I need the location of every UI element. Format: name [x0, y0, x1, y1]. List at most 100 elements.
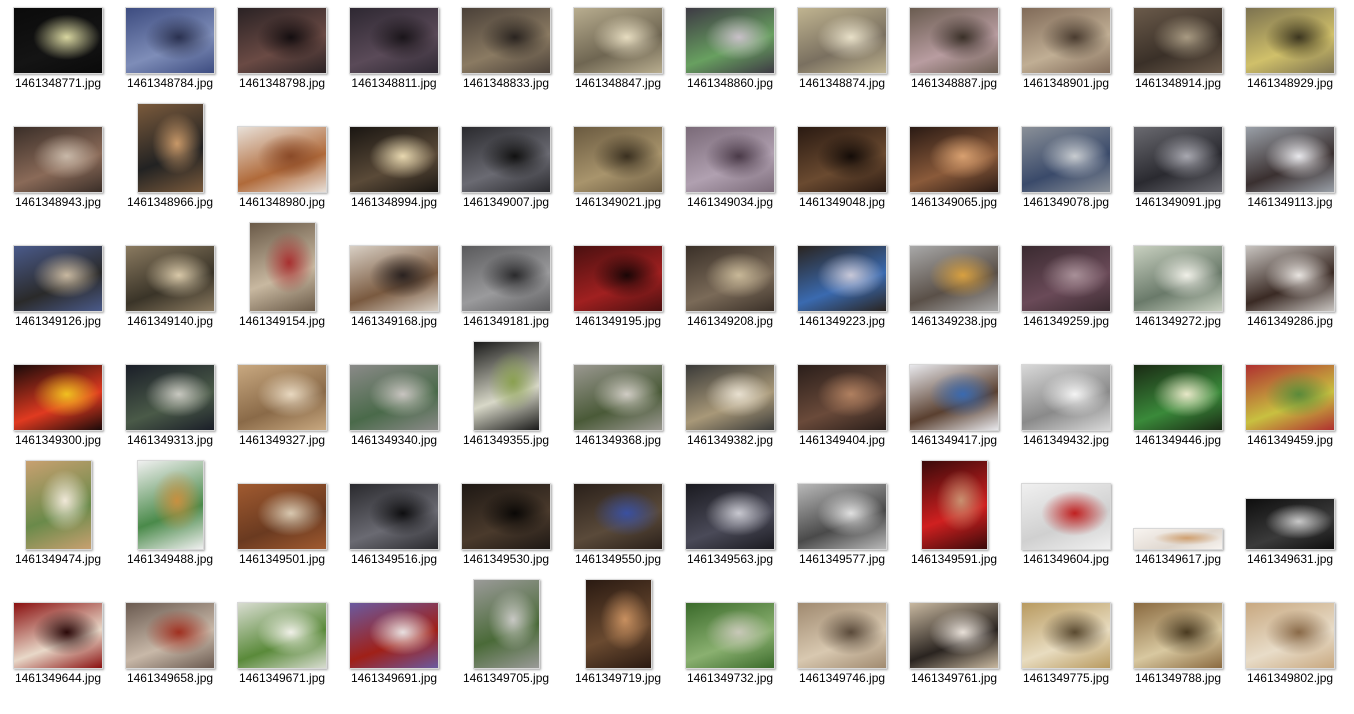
- file-item[interactable]: 1461349691.jpg: [338, 595, 450, 714]
- image-thumbnail[interactable]: [125, 245, 215, 312]
- image-thumbnail[interactable]: [1245, 7, 1335, 74]
- image-thumbnail[interactable]: [13, 602, 103, 669]
- file-item[interactable]: 1461348914.jpg: [1122, 0, 1234, 119]
- file-item[interactable]: 1461349432.jpg: [1010, 357, 1122, 476]
- file-item[interactable]: 1461349802.jpg: [1234, 595, 1346, 714]
- image-thumbnail[interactable]: [349, 364, 439, 431]
- file-item[interactable]: 1461349631.jpg: [1234, 476, 1346, 595]
- image-thumbnail[interactable]: [685, 483, 775, 550]
- image-thumbnail[interactable]: [136, 460, 204, 550]
- image-thumbnail[interactable]: [797, 483, 887, 550]
- file-item[interactable]: 1461349140.jpg: [114, 238, 226, 357]
- image-thumbnail[interactable]: [1021, 7, 1111, 74]
- image-thumbnail[interactable]: [125, 602, 215, 669]
- image-thumbnail[interactable]: [909, 126, 999, 193]
- file-item[interactable]: 1461348966.jpg: [114, 103, 226, 238]
- file-item[interactable]: 1461349550.jpg: [562, 476, 674, 595]
- file-item[interactable]: 1461349459.jpg: [1234, 357, 1346, 476]
- image-thumbnail[interactable]: [461, 126, 551, 193]
- file-item[interactable]: 1461349048.jpg: [786, 119, 898, 238]
- image-thumbnail[interactable]: [797, 364, 887, 431]
- file-item[interactable]: 1461349238.jpg: [898, 238, 1010, 357]
- file-item[interactable]: 1461349007.jpg: [450, 119, 562, 238]
- file-item[interactable]: 1461348847.jpg: [562, 0, 674, 119]
- file-item[interactable]: 1461349644.jpg: [2, 595, 114, 714]
- image-thumbnail[interactable]: [1021, 364, 1111, 431]
- image-thumbnail[interactable]: [237, 483, 327, 550]
- file-item[interactable]: 1461349368.jpg: [562, 357, 674, 476]
- image-thumbnail[interactable]: [472, 579, 540, 669]
- file-item[interactable]: 1461349530.jpg: [450, 476, 562, 595]
- file-item[interactable]: 1461349719.jpg: [562, 579, 674, 714]
- file-item[interactable]: 1461349404.jpg: [786, 357, 898, 476]
- file-item[interactable]: 1461349313.jpg: [114, 357, 226, 476]
- file-item[interactable]: 1461349671.jpg: [226, 595, 338, 714]
- image-thumbnail[interactable]: [685, 245, 775, 312]
- file-item[interactable]: 1461349604.jpg: [1010, 476, 1122, 595]
- image-thumbnail[interactable]: [13, 364, 103, 431]
- file-item[interactable]: 1461349488.jpg: [114, 460, 226, 595]
- image-thumbnail[interactable]: [1133, 364, 1223, 431]
- image-thumbnail[interactable]: [1245, 498, 1335, 550]
- file-item[interactable]: 1461349327.jpg: [226, 357, 338, 476]
- file-item[interactable]: 1461349340.jpg: [338, 357, 450, 476]
- image-thumbnail[interactable]: [1245, 364, 1335, 431]
- file-item[interactable]: 1461349732.jpg: [674, 595, 786, 714]
- file-item[interactable]: 1461349181.jpg: [450, 238, 562, 357]
- image-thumbnail[interactable]: [573, 245, 663, 312]
- image-thumbnail[interactable]: [237, 364, 327, 431]
- file-item[interactable]: 1461349021.jpg: [562, 119, 674, 238]
- image-thumbnail[interactable]: [797, 126, 887, 193]
- file-item[interactable]: 1461349788.jpg: [1122, 595, 1234, 714]
- file-item[interactable]: 1461349065.jpg: [898, 119, 1010, 238]
- file-item[interactable]: 1461349208.jpg: [674, 238, 786, 357]
- file-item[interactable]: 1461349078.jpg: [1010, 119, 1122, 238]
- image-thumbnail[interactable]: [1245, 245, 1335, 312]
- image-thumbnail[interactable]: [349, 245, 439, 312]
- file-item[interactable]: 1461349591.jpg: [898, 460, 1010, 595]
- file-item[interactable]: 1461349446.jpg: [1122, 357, 1234, 476]
- image-thumbnail[interactable]: [1021, 602, 1111, 669]
- image-thumbnail[interactable]: [1133, 528, 1223, 550]
- image-thumbnail[interactable]: [797, 7, 887, 74]
- image-thumbnail[interactable]: [125, 7, 215, 74]
- file-item[interactable]: 1461348860.jpg: [674, 0, 786, 119]
- image-thumbnail[interactable]: [797, 602, 887, 669]
- file-item[interactable]: 1461349474.jpg: [2, 460, 114, 595]
- file-item[interactable]: 1461349501.jpg: [226, 476, 338, 595]
- file-item[interactable]: 1461349658.jpg: [114, 595, 226, 714]
- file-item[interactable]: 1461349417.jpg: [898, 357, 1010, 476]
- image-thumbnail[interactable]: [461, 245, 551, 312]
- image-thumbnail[interactable]: [1021, 483, 1111, 550]
- image-thumbnail[interactable]: [584, 579, 652, 669]
- image-thumbnail[interactable]: [349, 7, 439, 74]
- image-thumbnail[interactable]: [1133, 602, 1223, 669]
- image-thumbnail[interactable]: [685, 7, 775, 74]
- file-item[interactable]: 1461349516.jpg: [338, 476, 450, 595]
- image-thumbnail[interactable]: [461, 7, 551, 74]
- image-thumbnail[interactable]: [13, 245, 103, 312]
- image-thumbnail[interactable]: [24, 460, 92, 550]
- file-item[interactable]: 1461349259.jpg: [1010, 238, 1122, 357]
- file-item[interactable]: 1461348874.jpg: [786, 0, 898, 119]
- file-item[interactable]: 1461348901.jpg: [1010, 0, 1122, 119]
- image-thumbnail[interactable]: [909, 364, 999, 431]
- file-item[interactable]: 1461348811.jpg: [338, 0, 450, 119]
- image-thumbnail[interactable]: [461, 483, 551, 550]
- file-item[interactable]: 1461349168.jpg: [338, 238, 450, 357]
- image-thumbnail[interactable]: [685, 126, 775, 193]
- image-thumbnail[interactable]: [909, 245, 999, 312]
- file-item[interactable]: 1461348943.jpg: [2, 119, 114, 238]
- file-item[interactable]: 1461349761.jpg: [898, 595, 1010, 714]
- image-thumbnail[interactable]: [685, 364, 775, 431]
- file-item[interactable]: 1461348929.jpg: [1234, 0, 1346, 119]
- file-item[interactable]: 1461349034.jpg: [674, 119, 786, 238]
- image-thumbnail[interactable]: [1133, 126, 1223, 193]
- image-thumbnail[interactable]: [797, 245, 887, 312]
- file-item[interactable]: 1461349355.jpg: [450, 341, 562, 476]
- file-item[interactable]: 1461349617.jpg: [1122, 476, 1234, 595]
- file-item[interactable]: 1461348887.jpg: [898, 0, 1010, 119]
- file-item[interactable]: 1461349113.jpg: [1234, 119, 1346, 238]
- file-item[interactable]: 1461349154.jpg: [226, 222, 338, 357]
- image-thumbnail[interactable]: [920, 460, 988, 550]
